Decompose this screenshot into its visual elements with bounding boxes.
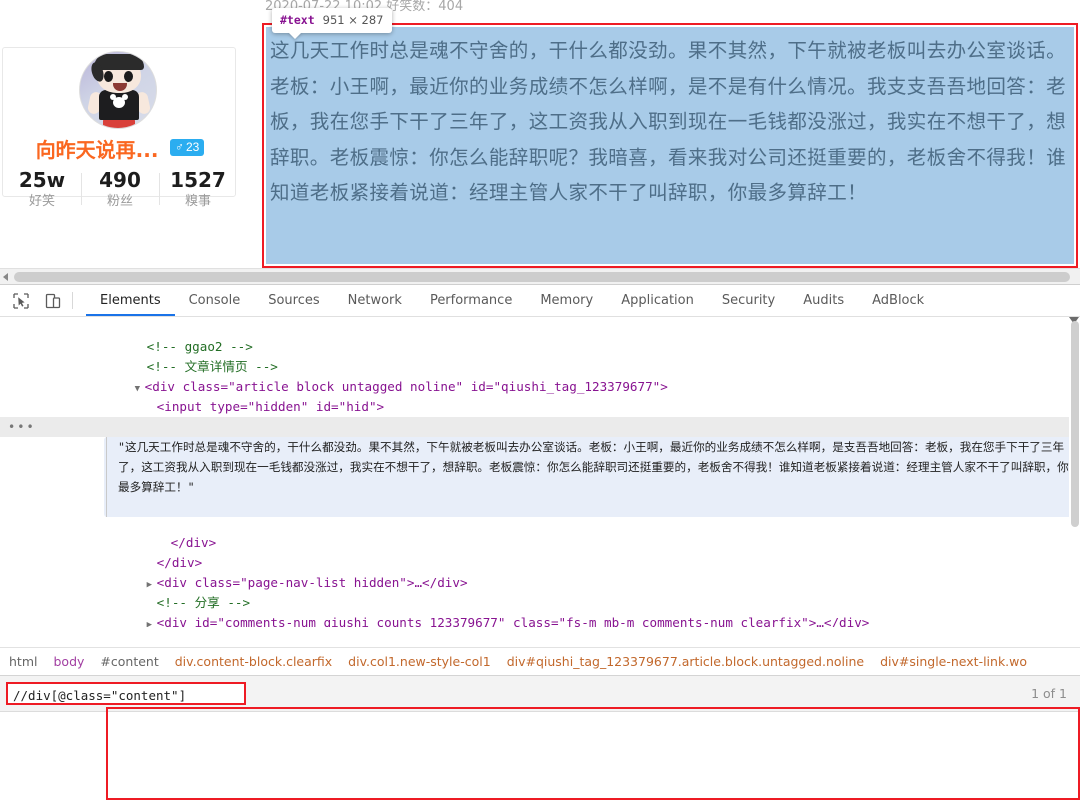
user-stats: 25w 好笑 490 粉丝 1527 糗事	[3, 168, 237, 211]
dom-line-close-div-3[interactable]: </div>	[0, 613, 192, 627]
tab-elements[interactable]: Elements	[86, 285, 175, 316]
devtools-tabs: Elements Console Sources Network Perform…	[86, 285, 938, 316]
stat-fans[interactable]: 490 粉丝	[81, 168, 159, 211]
tooltip-arrow	[288, 32, 302, 39]
breadcrumb-item-qiushi-tag[interactable]: div#qiushi_tag_123379677.article.block.u…	[499, 654, 872, 669]
stat-posts-value: 1527	[170, 168, 226, 192]
dom-line-page-nav[interactable]: ▶ <div class="page-nav-list hidden">…</di…	[0, 553, 468, 590]
breadcrumb-item-html[interactable]: html	[0, 654, 45, 669]
annotation-box-dom-content	[106, 707, 1080, 800]
avatar[interactable]	[79, 51, 157, 129]
avatar-right-eye	[124, 71, 133, 82]
tab-memory[interactable]: Memory	[526, 285, 607, 316]
male-icon: ♂	[174, 139, 184, 154]
avatar-left-eye	[104, 71, 113, 82]
breadcrumb-item-body[interactable]: body	[45, 654, 92, 669]
annotation-box-content	[262, 23, 1078, 268]
tab-security[interactable]: Security	[708, 285, 789, 316]
user-profile-card: 向昨天说再... ♂ 23 25w 好笑 490 粉丝 1527 糗事	[2, 47, 237, 209]
breadcrumb-item-content[interactable]: #content	[92, 654, 166, 669]
dom-line-comments-num[interactable]: ▶ <div id="comments-num qiushi_counts_123…	[0, 593, 870, 627]
dom-line-article-div[interactable]: ▼ <div class="article block untagged noli…	[0, 357, 1080, 394]
dom-tree[interactable]: <!-- ggao2 --> <!-- 文章详情页 --> ▼ <div clas…	[0, 317, 1080, 627]
dom-scrollbar-thumb[interactable]	[1071, 321, 1079, 527]
tab-console[interactable]: Console	[175, 285, 255, 316]
dom-line-input-hid[interactable]: <input type="hidden" id="hid">	[0, 377, 1080, 414]
breadcrumb-item-single-next-link[interactable]: div#single-next-link.wo	[872, 654, 1035, 669]
indent-guide	[106, 437, 107, 517]
search-result-count: 1 of 1	[1031, 686, 1067, 701]
device-toolbar-icon[interactable]	[44, 292, 62, 310]
stat-funny-value: 25w	[18, 168, 66, 192]
screenshot-root: 2020-07-22 10:02 好笑数：404 向昨天说再... ♂ 23 2…	[0, 0, 1080, 800]
username-row: 向昨天说再... ♂ 23	[3, 134, 237, 163]
stat-fans-value: 490	[99, 168, 141, 192]
scroll-left-arrow-icon[interactable]	[3, 273, 8, 281]
dom-line-comment-ggao2[interactable]: <!-- ggao2 -->	[0, 317, 1080, 354]
devtools-search-bar: //div[@class="content"] 1 of 1	[0, 675, 1080, 712]
toolbar-divider	[72, 292, 73, 309]
breadcrumb-item-content-block[interactable]: div.content-block.clearfix	[167, 654, 340, 669]
dom-tree-vertical-scrollbar[interactable]	[1069, 317, 1080, 627]
dom-line-close-div-1[interactable]: </div>	[0, 513, 217, 550]
dom-line-comment-share[interactable]: <!-- 分享 -->	[0, 573, 250, 610]
scrollbar-thumb[interactable]	[14, 272, 1070, 282]
tooltip-node-name: #text	[280, 13, 315, 27]
age-value: 23	[185, 139, 200, 154]
dom-line-close-div-2[interactable]: </div>	[0, 533, 203, 570]
dom-comments-num-markup: <div id="comments-num qiushi_counts_1233…	[156, 615, 870, 627]
stat-funny-label: 好笑	[28, 194, 55, 209]
search-underline	[0, 711, 1080, 712]
browser-viewport: 2020-07-22 10:02 好笑数：404 向昨天说再... ♂ 23 2…	[0, 0, 1080, 268]
tab-network[interactable]: Network	[334, 285, 416, 316]
devtools-panel: Elements Console Sources Network Perform…	[0, 284, 1080, 800]
more-options-icon[interactable]: •••	[8, 417, 36, 437]
username[interactable]: 向昨天说再...	[36, 138, 159, 162]
dom-line-word-div[interactable]: ▼<div class="word" id="single-next-link"…	[0, 397, 1080, 434]
stat-posts-label: 糗事	[184, 194, 211, 209]
devtools-toolbar: Elements Console Sources Network Perform…	[0, 285, 1080, 317]
tab-adblock[interactable]: AdBlock	[858, 285, 938, 316]
tab-performance[interactable]: Performance	[416, 285, 526, 316]
tooltip-dimensions: 951 × 287	[322, 13, 384, 27]
element-inspect-tooltip: #text 951 × 287	[272, 8, 393, 39]
dom-line-content-div-selected[interactable]: ••• ▼<div class="content">== $0	[0, 417, 1080, 474]
gender-age-badge: ♂ 23	[169, 138, 205, 156]
tab-application[interactable]: Application	[607, 285, 708, 316]
inspect-element-icon[interactable]	[12, 292, 30, 310]
stat-fans-label: 粉丝	[106, 194, 133, 209]
dom-line-comment-article-detail[interactable]: <!-- 文章详情页 -->	[0, 337, 1080, 374]
stat-funny[interactable]: 25w 好笑	[3, 168, 81, 211]
viewport-horizontal-scrollbar[interactable]	[0, 268, 1080, 285]
avatar-shirt-logo	[110, 94, 128, 108]
tab-sources[interactable]: Sources	[254, 285, 333, 316]
tab-audits[interactable]: Audits	[789, 285, 858, 316]
stat-posts[interactable]: 1527 糗事	[159, 168, 237, 211]
breadcrumb: html body #content div.content-block.cle…	[0, 647, 1080, 675]
search-input[interactable]: //div[@class="content"]	[6, 682, 246, 705]
dom-text-node[interactable]: "这几天工作时总是魂不守舍的，干什么都没劲。果不其然，下午就被老板叫去办公室谈话…	[118, 437, 1080, 497]
breadcrumb-item-col1[interactable]: div.col1.new-style-col1	[340, 654, 499, 669]
